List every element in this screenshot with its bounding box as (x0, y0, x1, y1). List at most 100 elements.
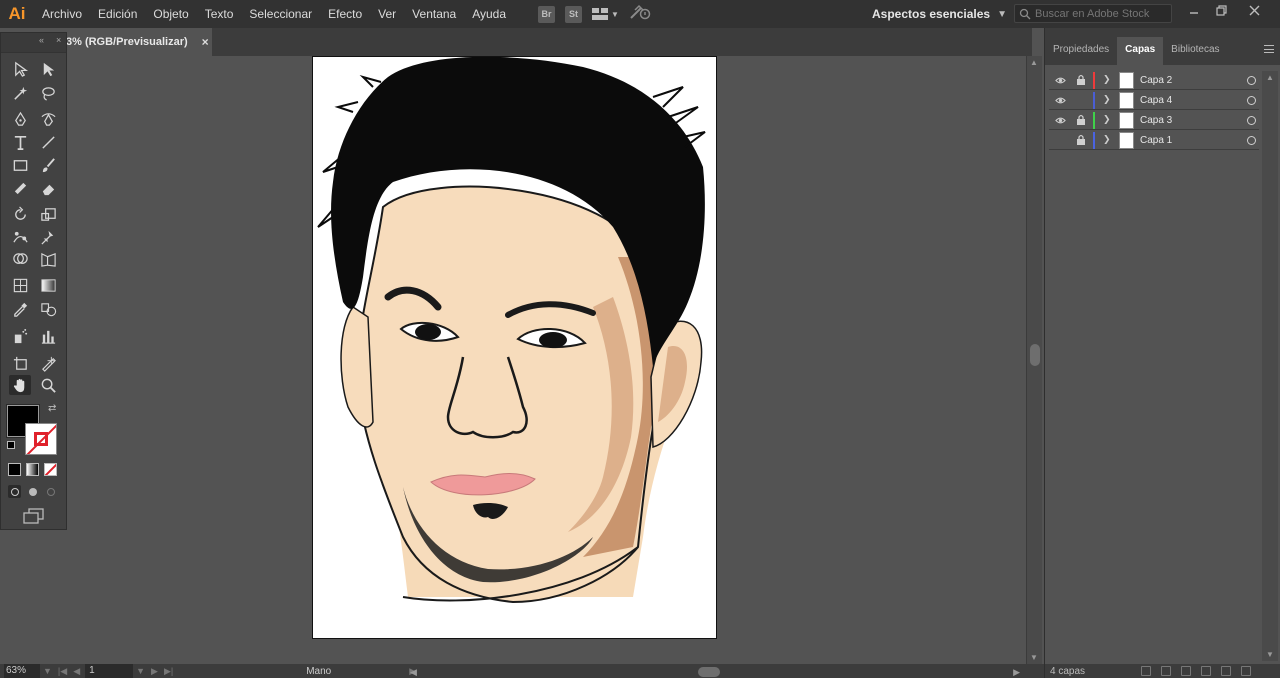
close-tab-icon[interactable]: × (202, 35, 209, 49)
menu-objeto[interactable]: Objeto (145, 0, 196, 28)
delete-layer-icon[interactable] (1241, 666, 1251, 676)
paintbrush-tool-icon[interactable] (37, 155, 59, 175)
perspective-grid-tool-icon[interactable] (37, 249, 59, 269)
restore-icon[interactable] (1207, 0, 1235, 20)
column-graph-tool-icon[interactable] (37, 326, 59, 346)
gpu-performance-icon[interactable] (629, 4, 651, 25)
layer-row[interactable]: ❯ Capa 4 (1049, 91, 1259, 110)
menu-archivo[interactable]: Archivo (34, 0, 90, 28)
puppet-warp-tool-icon[interactable] (9, 227, 31, 247)
eyedropper-tool-icon[interactable] (9, 299, 31, 319)
symbol-sprayer-tool-icon[interactable] (9, 326, 31, 346)
scroll-down-icon[interactable]: ▼ (1030, 653, 1038, 662)
shaper-tool-icon[interactable] (9, 178, 31, 198)
menu-ver[interactable]: Ver (370, 0, 404, 28)
layer-target-icon[interactable] (1247, 96, 1256, 105)
mesh-tool-icon[interactable] (9, 275, 31, 295)
first-artboard-icon[interactable]: |◀ (58, 666, 67, 677)
gradient-tool-icon[interactable] (37, 275, 59, 295)
panel-scroll-up-icon[interactable]: ▲ (1266, 73, 1274, 82)
magic-wand-tool-icon[interactable] (9, 83, 31, 103)
lock-icon[interactable] (1076, 134, 1086, 145)
layer-row[interactable]: ❯ Capa 2 (1049, 71, 1259, 90)
previous-artboard-icon[interactable]: ◀ (73, 666, 80, 677)
expand-chevron-icon[interactable]: ❯ (1103, 94, 1111, 105)
workspace-switcher[interactable]: Aspectos esenciales ▼ (872, 0, 1007, 28)
layer-target-icon[interactable] (1247, 136, 1256, 145)
direct-selection-tool-icon[interactable] (37, 59, 59, 79)
artboard[interactable] (312, 56, 717, 639)
layer-name[interactable]: Capa 2 (1140, 75, 1172, 86)
last-artboard-icon[interactable]: ▶| (164, 666, 173, 677)
close-icon[interactable] (1240, 0, 1268, 20)
menu-seleccionar[interactable]: Seleccionar (241, 0, 320, 28)
hscroll-thumb[interactable] (698, 667, 720, 677)
zoom-tool-icon[interactable] (37, 375, 59, 395)
layer-target-icon[interactable] (1247, 76, 1256, 85)
gradient-mode-icon[interactable] (26, 463, 39, 476)
layer-row[interactable]: ❯ Capa 3 (1049, 111, 1259, 130)
tab-propiedades[interactable]: Propiedades (1045, 37, 1117, 65)
layer-name[interactable]: Capa 4 (1140, 95, 1172, 106)
shape-builder-tool-icon[interactable] (9, 249, 31, 269)
scroll-up-icon[interactable]: ▲ (1030, 58, 1038, 67)
visibility-eye-icon[interactable] (1055, 95, 1066, 106)
draw-behind-icon[interactable] (26, 485, 39, 498)
arrange-documents-icon[interactable]: ▼ (592, 7, 619, 21)
visibility-eye-icon[interactable] (1055, 115, 1066, 126)
default-colors-icon[interactable] (7, 441, 15, 449)
stock-search[interactable] (1014, 4, 1172, 23)
menu-ayuda[interactable]: Ayuda (464, 0, 514, 28)
panel-scroll-down-icon[interactable]: ▼ (1266, 650, 1274, 659)
locate-object-icon[interactable] (1161, 666, 1171, 676)
scroll-left-icon[interactable]: ◀ (410, 667, 417, 678)
panel-scrollbar[interactable]: ▲ ▼ (1262, 71, 1278, 661)
tab-bibliotecas[interactable]: Bibliotecas (1163, 37, 1227, 65)
color-mode-icon[interactable] (8, 463, 21, 476)
panel-menu-icon[interactable] (1264, 45, 1274, 53)
search-input[interactable] (1035, 7, 1171, 20)
layer-name[interactable]: Capa 1 (1140, 135, 1172, 146)
stock-icon[interactable]: St (565, 5, 583, 23)
close-panel-icon[interactable]: × (56, 35, 61, 45)
menu-texto[interactable]: Texto (197, 0, 242, 28)
swap-fill-stroke-icon[interactable]: ⇄ (48, 403, 56, 414)
expand-chevron-icon[interactable]: ❯ (1103, 134, 1111, 145)
zoom-level[interactable]: 63% (4, 664, 40, 678)
type-tool-icon[interactable] (9, 132, 31, 152)
layer-name[interactable]: Capa 3 (1140, 115, 1172, 126)
screen-mode-icon[interactable] (23, 508, 45, 529)
lock-icon[interactable] (1076, 74, 1086, 85)
selection-tool-icon[interactable] (9, 59, 31, 79)
rotate-tool-icon[interactable] (9, 204, 31, 224)
scroll-right-icon[interactable]: ▶ (1013, 667, 1020, 678)
eraser-tool-icon[interactable] (37, 178, 59, 198)
tab-capas[interactable]: Capas (1117, 37, 1164, 65)
line-tool-icon[interactable] (37, 132, 59, 152)
lock-icon[interactable] (1076, 114, 1086, 125)
zoom-dropdown-icon[interactable]: ▼ (43, 666, 52, 676)
canvas-horizontal-scrollbar[interactable]: ◀ ▶ (410, 667, 1020, 677)
expand-chevron-icon[interactable]: ❯ (1103, 114, 1111, 125)
collapse-panel-icon[interactable]: « (39, 35, 44, 45)
bridge-icon[interactable]: Br (538, 5, 556, 23)
slice-tool-icon[interactable] (37, 353, 59, 373)
expand-chevron-icon[interactable]: ❯ (1103, 74, 1111, 85)
pen-tool-icon[interactable] (9, 109, 31, 129)
menu-ventana[interactable]: Ventana (404, 0, 464, 28)
make-clipping-mask-icon[interactable] (1181, 666, 1191, 676)
visibility-eye-icon[interactable] (1055, 75, 1066, 86)
draw-normal-icon[interactable] (8, 485, 21, 498)
canvas-vertical-scrollbar[interactable]: ▲ ▼ (1026, 56, 1042, 664)
artboard-tool-icon[interactable] (9, 353, 31, 373)
none-mode-icon[interactable] (44, 463, 57, 476)
layer-row[interactable]: ❯ Capa 1 (1049, 131, 1259, 150)
draw-inside-icon[interactable] (44, 485, 57, 498)
lock-toggle-empty[interactable] (1076, 94, 1086, 105)
blend-tool-icon[interactable] (37, 299, 59, 319)
artboard-dropdown-icon[interactable]: ▼ (136, 666, 145, 676)
menu-efecto[interactable]: Efecto (320, 0, 370, 28)
curvature-tool-icon[interactable] (37, 109, 59, 129)
next-artboard-icon[interactable]: ▶ (151, 666, 158, 677)
visibility-empty-icon[interactable] (1055, 135, 1066, 146)
